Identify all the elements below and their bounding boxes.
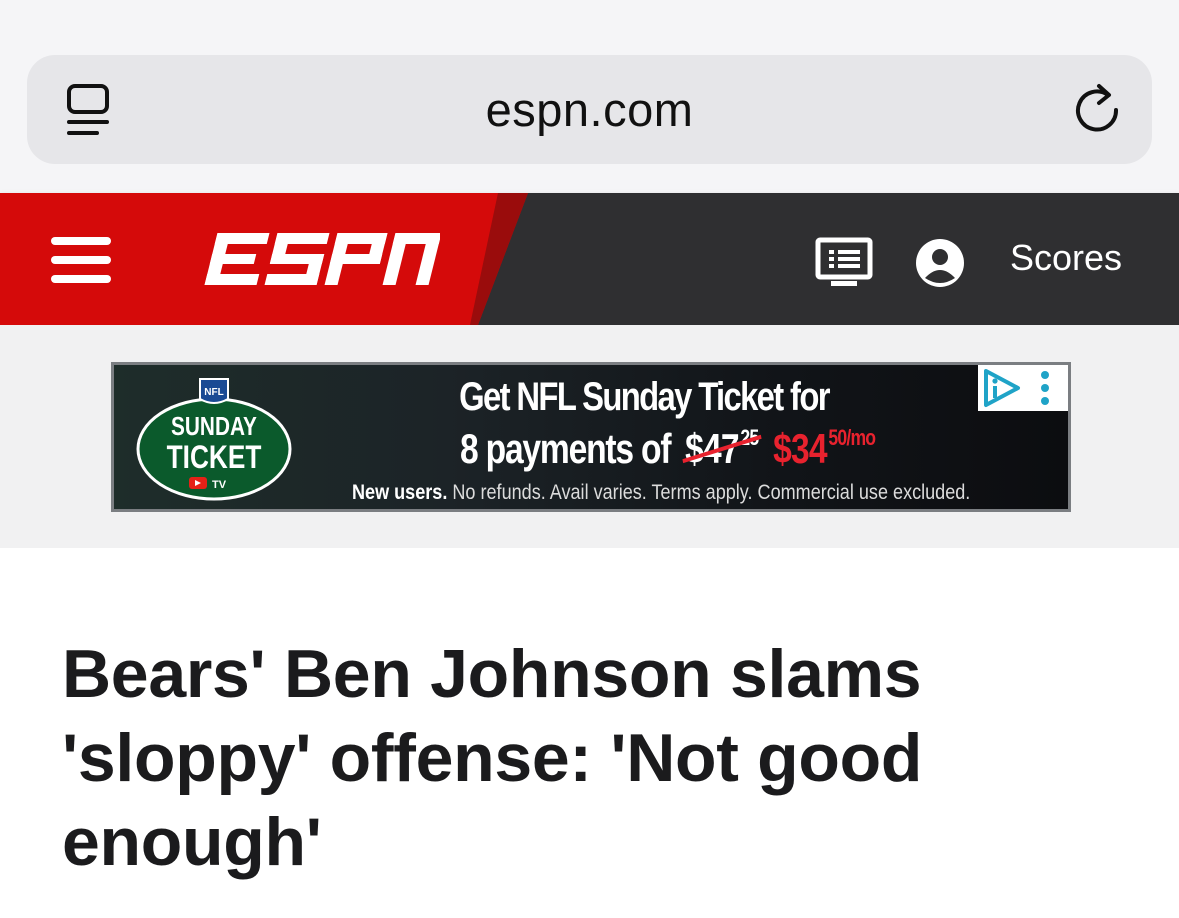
reload-icon[interactable] (1072, 82, 1124, 136)
ad-logo-nfl: NFL (204, 387, 223, 398)
ad-new-price-suffix: 50/mo (828, 425, 876, 450)
espn-nav-bar: Scores (0, 193, 1179, 325)
ad-fine-print-bold: New users. (352, 481, 448, 504)
ad-fine-print: New users. No refunds. Avail varies. Ter… (352, 481, 970, 505)
browser-chrome: espn.com (0, 0, 1179, 193)
ad-strip: NFL SUNDAY TICKET TV Get NFL Sunday Tick… (0, 325, 1179, 548)
scores-link[interactable]: Scores (1010, 237, 1122, 279)
watch-tv-icon[interactable] (815, 237, 873, 287)
more-vertical-icon[interactable] (1030, 370, 1060, 406)
article-headline: Bears' Ben Johnson slams 'sloppy' offens… (62, 636, 923, 880)
ad-logo-tv: TV (212, 479, 227, 491)
url-text[interactable]: espn.com (27, 82, 1152, 137)
ad-price-prefix: 8 payments of (460, 425, 672, 472)
address-bar[interactable]: espn.com (27, 55, 1152, 164)
adchoices-icon[interactable] (980, 367, 1022, 409)
ad-new-price: $3450/mo (773, 425, 876, 472)
nav-red-band (0, 193, 528, 325)
nfl-sunday-ticket-ad[interactable]: NFL SUNDAY TICKET TV Get NFL Sunday Tick… (111, 362, 1071, 512)
ad-logo-sunday: SUNDAY (171, 412, 257, 441)
ad-new-price-dollars: $34 (773, 425, 827, 472)
ad-old-price-dollars: $47 (685, 425, 739, 472)
sunday-ticket-logo: NFL SUNDAY TICKET TV (136, 378, 292, 501)
espn-logo[interactable] (200, 231, 440, 287)
ad-fine-print-text: No refunds. Avail varies. Terms apply. C… (447, 481, 971, 504)
hamburger-menu-icon[interactable] (51, 237, 111, 283)
account-icon[interactable] (915, 238, 965, 288)
ad-price-line: 8 payments of $4725 $3450/mo (460, 425, 876, 473)
ad-headline: Get NFL Sunday Ticket for (459, 375, 830, 419)
ad-logo-ticket: TICKET (167, 441, 262, 476)
adchoices-box[interactable] (978, 365, 1068, 411)
ad-old-price: $4725 (682, 425, 762, 472)
